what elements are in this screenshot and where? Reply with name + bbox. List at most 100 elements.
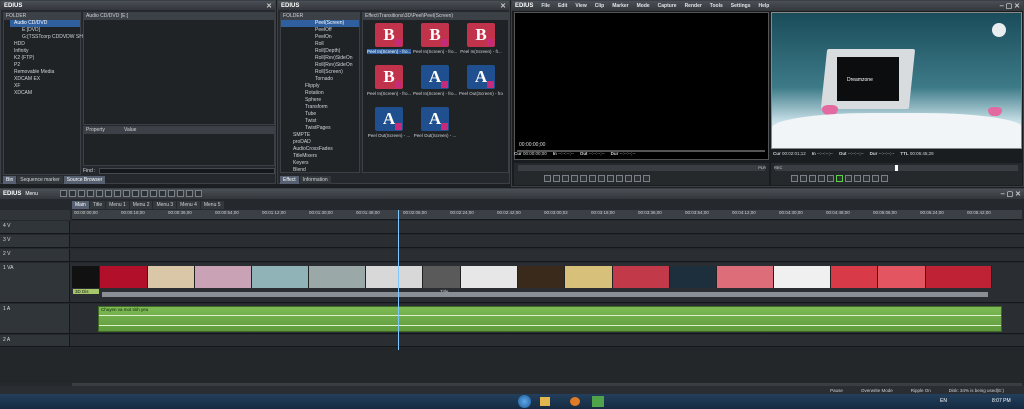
video-clip-segment[interactable] xyxy=(252,266,310,288)
tab-effect[interactable]: Effect xyxy=(280,176,299,184)
video-clip-segment[interactable] xyxy=(366,266,423,288)
sequence-tab[interactable]: Menu 5 xyxy=(200,201,224,209)
folder-item[interactable]: P2 xyxy=(10,62,80,69)
effect-thumbnail[interactable]: B xyxy=(375,23,403,47)
effect-tree-item[interactable]: Tube xyxy=(281,111,359,118)
track-header[interactable]: 1 VA xyxy=(0,263,70,302)
play-icon[interactable] xyxy=(544,175,551,182)
folder-item[interactable]: XF xyxy=(10,83,80,90)
track-header[interactable]: 2 V xyxy=(0,249,70,261)
effect-tree-item[interactable]: Keyers xyxy=(281,160,359,167)
effect-thumbnail[interactable]: B xyxy=(421,23,449,47)
loop-icon[interactable] xyxy=(863,175,870,182)
window-controls[interactable]: ‒ ▢ ✕ xyxy=(1000,2,1020,10)
effect-tree-item[interactable]: Blend xyxy=(281,167,359,172)
save-icon[interactable] xyxy=(77,189,85,197)
video-clip-segment[interactable] xyxy=(309,266,367,288)
media-player-icon[interactable] xyxy=(570,397,580,406)
audio-clip[interactable]: Chuyen va mot tinh yeu xyxy=(98,306,1002,332)
redo-icon[interactable] xyxy=(95,189,103,197)
effect-tree-item[interactable]: Tornado xyxy=(281,76,359,83)
loop-icon[interactable] xyxy=(607,175,614,182)
menu-item[interactable]: File xyxy=(541,3,550,9)
video-clip-segment[interactable] xyxy=(773,266,831,288)
effect-thumbnail[interactable]: B xyxy=(375,65,403,89)
video-clip-segment[interactable] xyxy=(612,266,670,288)
export-icon[interactable] xyxy=(194,189,202,197)
video-clip-segment[interactable] xyxy=(830,266,879,288)
video-clip-segment[interactable] xyxy=(716,266,774,288)
tab-bin[interactable]: Bin xyxy=(3,176,17,184)
folder-item[interactable]: XDCAM EX xyxy=(10,76,80,83)
menu-item[interactable]: Marker xyxy=(612,3,628,9)
fast-forward-icon[interactable] xyxy=(845,175,852,182)
recorder-jog-bar[interactable]: REC xyxy=(774,165,1018,171)
menu-item[interactable]: Clip xyxy=(595,3,604,9)
next-frame-icon[interactable] xyxy=(589,175,596,182)
edius-taskbar-icon[interactable] xyxy=(592,396,604,407)
sequence-tab[interactable]: Menu 3 xyxy=(153,201,177,209)
menu-item[interactable]: Settings xyxy=(731,3,751,9)
effect-tree-item[interactable]: PeelOn xyxy=(281,34,359,41)
close-icon[interactable]: ✕ xyxy=(266,2,272,10)
video-clip-segment[interactable] xyxy=(878,266,926,288)
effect-tree-item[interactable]: proDAD xyxy=(281,139,359,146)
folder-item[interactable]: Audio CD/DVD xyxy=(10,20,80,27)
snap-icon[interactable] xyxy=(140,189,148,197)
folder-item[interactable]: HDD xyxy=(10,41,80,48)
effect-tree-item[interactable]: TitleMixers xyxy=(281,153,359,160)
sync-icon[interactable] xyxy=(158,189,166,197)
effect-tree-item[interactable]: Flipply xyxy=(281,83,359,90)
effect-tree-item[interactable]: Roll(Rev)SideOn xyxy=(281,55,359,62)
track-header[interactable]: 2 A xyxy=(0,335,70,346)
explorer-icon[interactable] xyxy=(540,397,550,406)
menu-item[interactable]: Render xyxy=(685,3,702,9)
start-button[interactable] xyxy=(518,395,531,408)
effect-tree-item[interactable]: SMPTE xyxy=(281,132,359,139)
fast-forward-icon[interactable] xyxy=(598,175,605,182)
tray-lang[interactable]: EN xyxy=(940,398,947,404)
tray-clock[interactable]: 8:07 PM xyxy=(992,398,1011,404)
next-edit-icon[interactable] xyxy=(854,175,861,182)
export-icon[interactable] xyxy=(881,175,888,182)
effect-thumbnail[interactable]: A xyxy=(375,107,403,131)
undo-icon[interactable] xyxy=(86,189,94,197)
set-in-icon[interactable] xyxy=(791,175,798,182)
menu-item[interactable]: Mode xyxy=(637,3,650,9)
close-icon[interactable]: ✕ xyxy=(500,2,506,10)
video-clip-segment[interactable] xyxy=(565,266,613,288)
video-clip-strip[interactable] xyxy=(72,266,993,288)
menu-item[interactable]: Edit xyxy=(558,3,567,9)
in-point-icon[interactable] xyxy=(616,175,623,182)
effect-tree-item[interactable]: TwistPages xyxy=(281,125,359,132)
effect-tree-item[interactable]: Transform xyxy=(281,104,359,111)
ripple-icon[interactable] xyxy=(149,189,157,197)
timeline-menu-button[interactable]: Menu xyxy=(25,191,38,197)
recorder-playhead-icon[interactable] xyxy=(895,165,898,171)
rewind-icon[interactable] xyxy=(553,175,560,182)
effect-tree-item[interactable]: Roll(Screen) xyxy=(281,69,359,76)
sequence-tab[interactable]: Menu 4 xyxy=(177,201,200,209)
player-jog-bar[interactable]: PLR xyxy=(518,165,766,171)
copy-icon[interactable] xyxy=(113,189,121,197)
effect-tree-item[interactable]: AudioCrossFades xyxy=(281,146,359,153)
sequence-tab[interactable]: Title xyxy=(89,201,106,209)
paste-icon[interactable] xyxy=(122,189,130,197)
folder-item[interactable]: Infinity xyxy=(10,48,80,55)
track-header[interactable]: 1 A xyxy=(0,304,70,333)
effect-tree-item[interactable]: Twist xyxy=(281,118,359,125)
video-clip-segment[interactable] xyxy=(147,266,196,288)
menu-item[interactable]: Tools xyxy=(710,3,723,9)
set-out-icon[interactable] xyxy=(800,175,807,182)
open-icon[interactable] xyxy=(68,189,76,197)
effect-thumbnail[interactable]: A xyxy=(467,65,495,89)
window-controls[interactable]: ‒ ▢ ✕ xyxy=(1001,190,1021,198)
rewind-icon[interactable] xyxy=(827,175,834,182)
stop-icon[interactable] xyxy=(809,175,816,182)
tab-information[interactable]: Information xyxy=(299,176,331,184)
folder-item[interactable]: G:[TSSTcorp CDDVDW SH-S222A] xyxy=(10,34,101,41)
insert-icon[interactable] xyxy=(634,175,641,182)
tab-source-browser[interactable]: Source Browser xyxy=(63,176,106,184)
effect-tree-item[interactable]: Peel(Screen) xyxy=(281,20,359,27)
prev-edit-icon[interactable] xyxy=(818,175,825,182)
